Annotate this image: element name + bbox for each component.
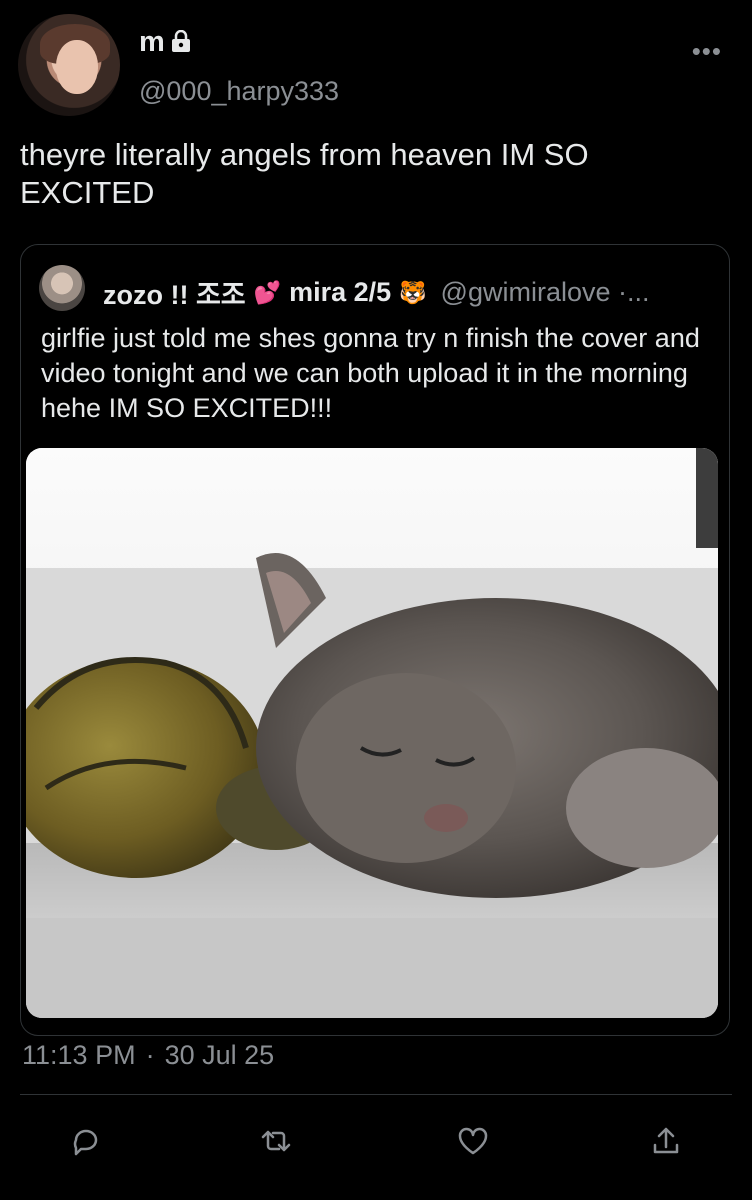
hearts-emoji: 💕 [253, 279, 282, 305]
timestamp-separator: · [145, 1040, 155, 1070]
quoted-author-name-suffix: mira 2/5 [289, 277, 392, 307]
tweet-time: 11:13 PM [22, 1040, 136, 1070]
more-icon[interactable]: ••• [692, 36, 722, 67]
tweet-author-avatar[interactable] [18, 14, 120, 116]
quoted-author-avatar[interactable] [39, 265, 85, 311]
author-handle[interactable]: @000_harpy333 [139, 76, 339, 107]
quoted-tweet-text: girlfie just told me shes gonna try n fi… [41, 323, 700, 423]
divider [20, 1094, 732, 1095]
cat-and-tortoise-photo [26, 448, 718, 1018]
quoted-author-name: zozo !! 조조 [103, 280, 246, 310]
author-name-row: m [139, 26, 191, 59]
heart-icon [458, 1127, 488, 1155]
tiger-emoji: 🐯 [399, 279, 427, 305]
share-button[interactable] [643, 1118, 689, 1164]
quoted-tweet-header: zozo !! 조조 💕 mira 2/5 🐯 @gwimiralove ·..… [103, 273, 650, 312]
retweet-icon [261, 1130, 291, 1152]
quoted-tweet-image[interactable] [26, 448, 718, 1018]
reply-button[interactable] [63, 1118, 109, 1164]
like-button[interactable] [450, 1118, 496, 1164]
tweet-date: 30 Jul 25 [164, 1040, 275, 1070]
lock-icon [171, 29, 191, 52]
quoted-author-handle: @gwimiralove ·... [440, 277, 650, 307]
tweet-actions-bar [0, 1118, 752, 1164]
quoted-tweet[interactable]: zozo !! 조조 💕 mira 2/5 🐯 @gwimiralove ·..… [20, 244, 730, 1036]
tweet-text: theyre literally angels from heaven IM S… [20, 137, 589, 210]
tweet-timestamp[interactable]: 11:13 PM · 30 Jul 25 [22, 1040, 274, 1071]
reply-icon [73, 1129, 98, 1156]
share-icon [653, 1127, 679, 1154]
retweet-button[interactable] [253, 1118, 299, 1164]
author-display-name[interactable]: m [139, 26, 165, 59]
